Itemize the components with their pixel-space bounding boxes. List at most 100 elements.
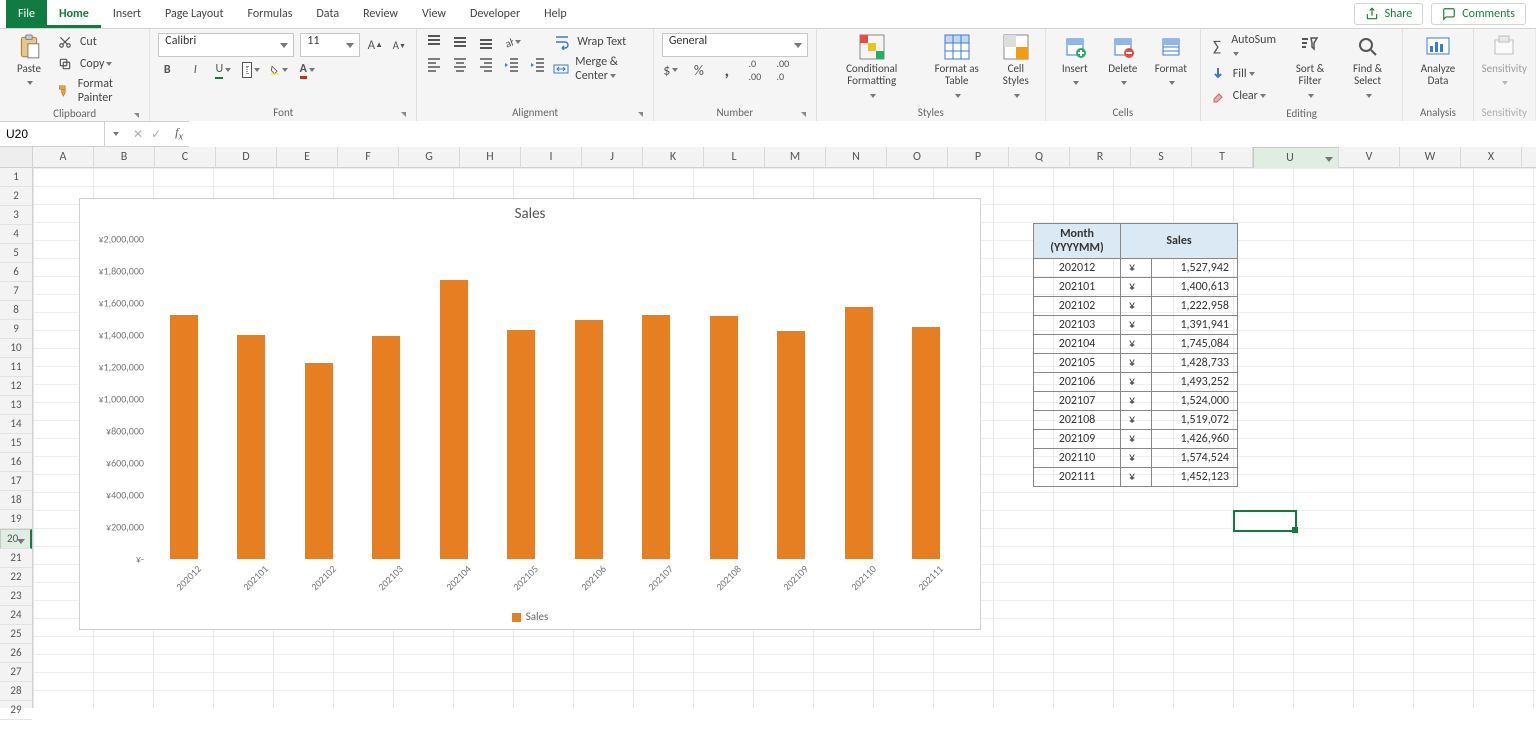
percent-format-icon[interactable]: % <box>690 61 708 79</box>
column-header-G[interactable]: G <box>399 147 460 167</box>
cell-sales[interactable]: 1,426,960 <box>1152 430 1238 449</box>
row-header-29[interactable]: 29 <box>0 701 32 720</box>
row-header-27[interactable]: 27 <box>0 663 32 682</box>
sort-filter-button[interactable]: Sort & Filter <box>1285 33 1334 101</box>
cell-currency[interactable]: ¥ <box>1121 392 1152 411</box>
column-header-X[interactable]: X <box>1461 147 1522 167</box>
column-header-O[interactable]: O <box>887 147 948 167</box>
enter-formula-icon[interactable]: ✓ <box>151 127 161 142</box>
tab-developer[interactable]: Developer <box>458 0 532 28</box>
sales-chart[interactable]: Sales ¥-¥200,000¥400,000¥600,000¥800,000… <box>79 198 981 630</box>
column-header-D[interactable]: D <box>216 147 277 167</box>
cell-sales[interactable]: 1,391,941 <box>1152 316 1238 335</box>
chart-bar[interactable] <box>170 315 198 559</box>
column-header-E[interactable]: E <box>277 147 338 167</box>
cell-sales[interactable]: 1,527,942 <box>1152 259 1238 278</box>
cell-month[interactable]: 202104 <box>1034 335 1121 354</box>
cell-currency[interactable]: ¥ <box>1121 297 1152 316</box>
chart-bar[interactable] <box>710 316 738 559</box>
row-header-8[interactable]: 8 <box>0 301 32 320</box>
cell-month[interactable]: 202110 <box>1034 449 1121 468</box>
row-header-14[interactable]: 14 <box>0 415 32 434</box>
decrease-indent-icon[interactable] <box>503 55 521 73</box>
find-select-button[interactable]: Find & Select <box>1341 33 1395 101</box>
cell-month[interactable]: 202106 <box>1034 373 1121 392</box>
row-header-28[interactable]: 28 <box>0 682 32 701</box>
cell-currency[interactable]: ¥ <box>1121 449 1152 468</box>
cell-sales[interactable]: 1,400,613 <box>1152 278 1238 297</box>
select-all-corner[interactable] <box>0 147 33 167</box>
column-header-K[interactable]: K <box>643 147 704 167</box>
italic-button[interactable]: I <box>186 61 204 79</box>
paste-button[interactable]: Paste <box>8 33 50 89</box>
paste-dropdown-icon[interactable] <box>25 77 33 89</box>
cell-month[interactable]: 202108 <box>1034 411 1121 430</box>
number-format-select[interactable]: General <box>662 33 808 57</box>
cell-sales[interactable]: 1,745,084 <box>1152 335 1238 354</box>
tab-insert[interactable]: Insert <box>101 0 153 28</box>
align-top-icon[interactable] <box>425 33 443 51</box>
column-header-L[interactable]: L <box>704 147 765 167</box>
align-center-icon[interactable] <box>451 55 469 73</box>
increase-indent-icon[interactable] <box>529 55 547 73</box>
orientation-icon[interactable]: ab <box>503 33 521 51</box>
copy-button[interactable]: Copy <box>56 55 141 73</box>
fill-button[interactable]: Fill <box>1209 65 1280 83</box>
fill-color-button[interactable] <box>270 61 288 79</box>
row-header-20[interactable]: 20 <box>0 529 32 549</box>
row-header-21[interactable]: 21 <box>0 549 32 568</box>
row-header-23[interactable]: 23 <box>0 587 32 606</box>
column-header-A[interactable]: A <box>33 147 94 167</box>
cancel-formula-icon[interactable]: ✕ <box>133 127 143 142</box>
tab-review[interactable]: Review <box>351 0 410 28</box>
column-header-I[interactable]: I <box>521 147 582 167</box>
conditional-formatting-button[interactable]: Conditional Formatting <box>825 33 919 101</box>
cell-month[interactable]: 202109 <box>1034 430 1121 449</box>
chart-bar[interactable] <box>642 315 670 559</box>
chart-bar[interactable] <box>777 331 805 559</box>
cell-styles-button[interactable]: Cell Styles <box>995 33 1037 101</box>
cell-currency[interactable]: ¥ <box>1121 430 1152 449</box>
cell-month[interactable]: 202012 <box>1034 259 1121 278</box>
tab-data[interactable]: Data <box>304 0 351 28</box>
row-header-24[interactable]: 24 <box>0 606 32 625</box>
row-header-6[interactable]: 6 <box>0 263 32 282</box>
chart-bar[interactable] <box>507 330 535 559</box>
comma-format-icon[interactable]: , <box>718 61 736 79</box>
cell-month[interactable]: 202103 <box>1034 316 1121 335</box>
format-cells-button[interactable]: Format <box>1150 33 1192 89</box>
cell-month[interactable]: 202102 <box>1034 297 1121 316</box>
chart-bar[interactable] <box>305 363 333 559</box>
cell-sales[interactable]: 1,452,123 <box>1152 468 1238 487</box>
merge-center-button[interactable]: Merge & Center <box>553 55 645 83</box>
cell-sales[interactable]: 1,519,072 <box>1152 411 1238 430</box>
column-header-V[interactable]: V <box>1339 147 1400 167</box>
chart-bar[interactable] <box>912 327 940 559</box>
column-header-S[interactable]: S <box>1131 147 1192 167</box>
tab-help[interactable]: Help <box>532 0 579 28</box>
row-header-19[interactable]: 19 <box>0 510 32 529</box>
column-header-J[interactable]: J <box>582 147 643 167</box>
column-header-B[interactable]: B <box>94 147 155 167</box>
align-bottom-icon[interactable] <box>477 33 495 51</box>
wrap-text-button[interactable]: Wrap Text <box>553 33 645 51</box>
row-header-3[interactable]: 3 <box>0 206 32 225</box>
cell-month[interactable]: 202107 <box>1034 392 1121 411</box>
row-header-10[interactable]: 10 <box>0 339 32 358</box>
decrease-font-icon[interactable]: A▼ <box>390 36 408 54</box>
cell-month[interactable]: 202101 <box>1034 278 1121 297</box>
align-left-icon[interactable] <box>425 55 443 73</box>
row-header-25[interactable]: 25 <box>0 625 32 644</box>
font-color-button[interactable]: A <box>298 61 316 79</box>
chart-bar[interactable] <box>237 335 265 559</box>
cell-month[interactable]: 202111 <box>1034 468 1121 487</box>
tab-home[interactable]: Home <box>47 0 101 28</box>
row-header-12[interactable]: 12 <box>0 377 32 396</box>
tab-view[interactable]: View <box>410 0 458 28</box>
row-header-26[interactable]: 26 <box>0 644 32 663</box>
column-header-T[interactable]: T <box>1192 147 1253 167</box>
worksheet-grid[interactable]: 1234567891011121314151617181920212223242… <box>0 168 1536 708</box>
column-header-W[interactable]: W <box>1400 147 1461 167</box>
row-header-7[interactable]: 7 <box>0 282 32 301</box>
cell-currency[interactable]: ¥ <box>1121 468 1152 487</box>
